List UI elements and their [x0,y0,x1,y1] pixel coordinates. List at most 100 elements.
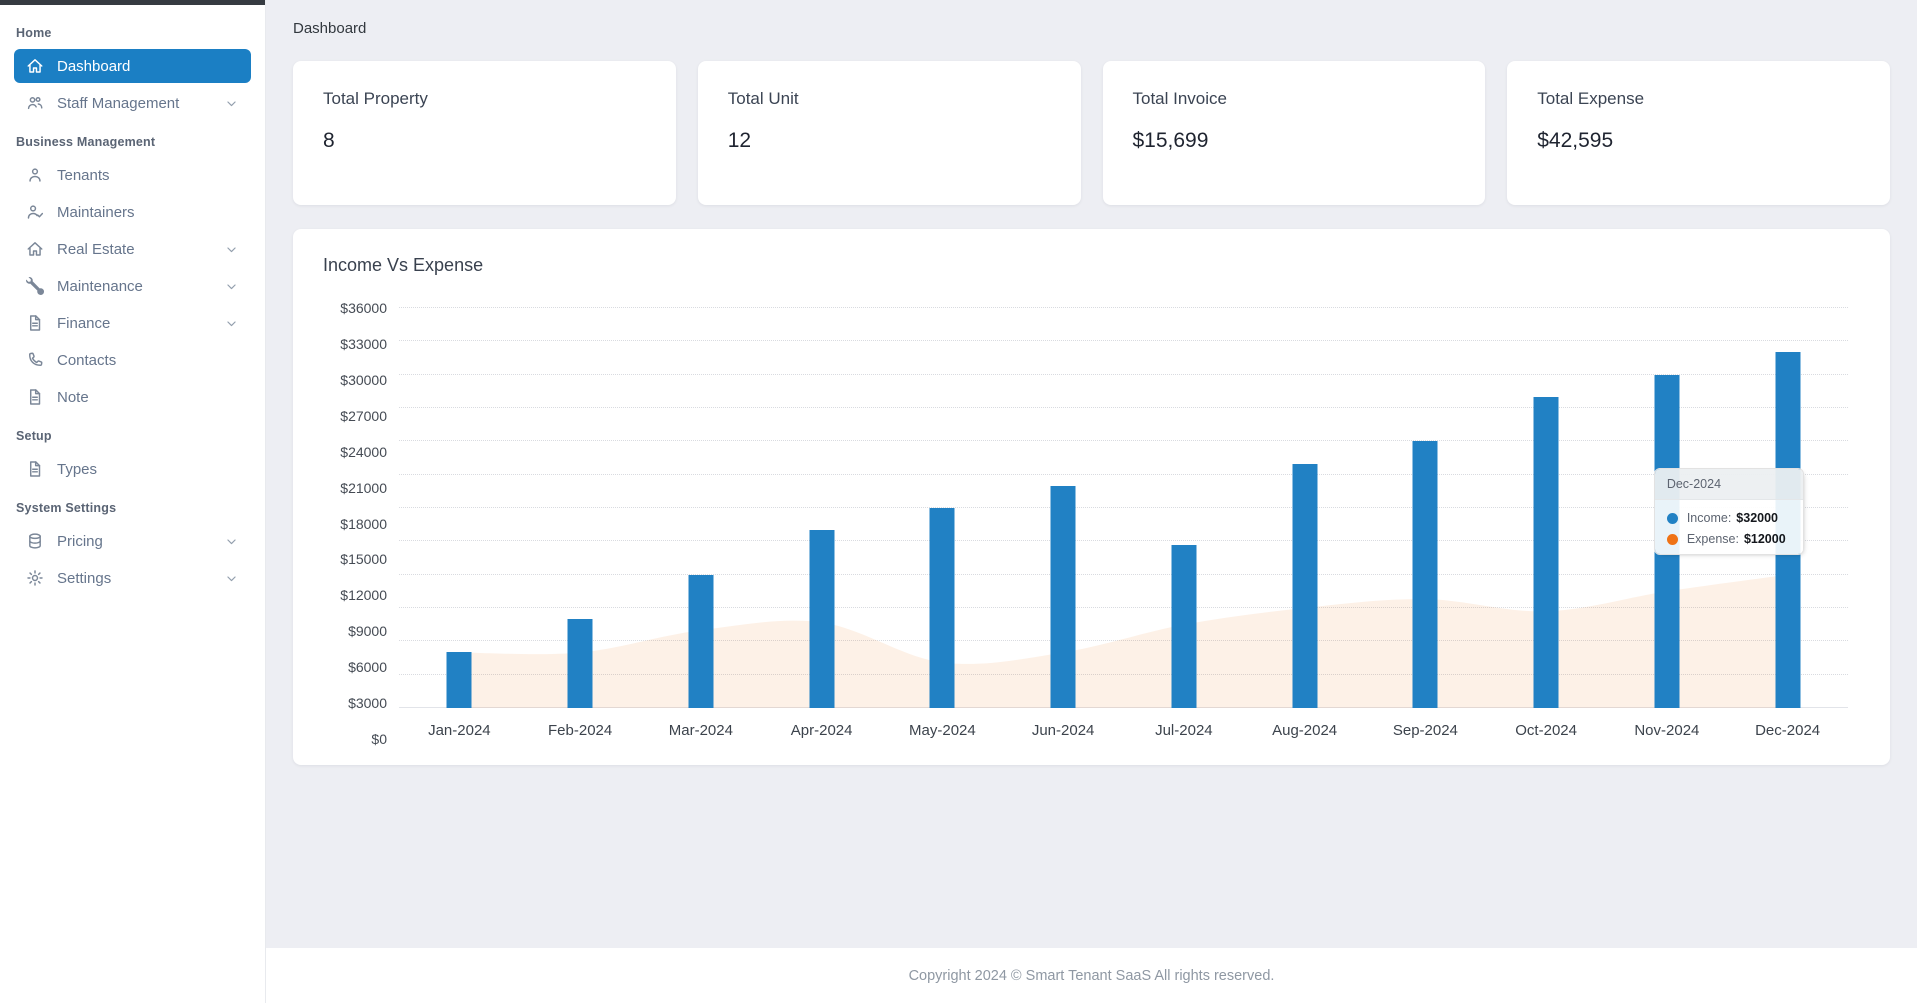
sidebar-item-label: Types [57,461,97,478]
tooltip-title: Dec-2024 [1655,469,1803,500]
home-icon [26,240,44,258]
sidebar-section-label: Setup [0,417,265,449]
person-icon [26,166,44,184]
x-axis-tick-label: Aug-2024 [1244,722,1365,739]
file-icon [26,388,44,406]
x-axis-tick-label: Nov-2024 [1607,722,1728,739]
y-axis-tick-label: $18000 [340,516,387,532]
stat-card-title: Total Unit [728,89,1051,109]
sidebar-item-label: Tenants [57,167,110,184]
people-icon [26,94,44,112]
y-axis-tick-label: $0 [371,731,387,747]
sidebar-section-label: Business Management [0,123,265,155]
chart-slot-sep-2024 [1365,308,1486,708]
income-bar-oct-2024[interactable] [1534,397,1559,708]
sidebar-section-label: System Settings [0,489,265,521]
x-axis-tick-label: Apr-2024 [761,722,882,739]
sidebar-item-label: Pricing [57,533,103,550]
chart-plot-wrap: $0$3000$6000$9000$12000$15000$18000$2100… [323,308,1848,739]
tooltip-row-expense: Expense:$12000 [1655,525,1803,546]
income-bar-jan-2024[interactable] [447,652,472,708]
stat-card-value: $15,699 [1133,129,1456,153]
y-axis-tick-label: $21000 [340,480,387,496]
income-bar-jun-2024[interactable] [1051,486,1076,708]
x-axis-tick-label: Jul-2024 [1124,722,1245,739]
footer: Copyright 2024 © Smart Tenant SaaS All r… [266,948,1917,1003]
x-axis-tick-label: Mar-2024 [641,722,762,739]
sidebar-item-real-estate[interactable]: Real Estate [14,232,251,266]
y-axis-tick-label: $3000 [348,695,387,711]
chart-slot-feb-2024 [520,308,641,708]
income-bar-sep-2024[interactable] [1413,441,1438,708]
chevron-down-icon [224,571,239,586]
income-expense-chart-card: Income Vs Expense $0$3000$6000$9000$1200… [293,229,1890,765]
main-area: Dashboard Total Property8Total Unit12Tot… [266,0,1917,1003]
chart-slot-jan-2024 [399,308,520,708]
sidebar-item-maintainers[interactable]: Maintainers [14,195,251,229]
income-bar-may-2024[interactable] [930,508,955,708]
sidebar-item-pricing[interactable]: Pricing [14,524,251,558]
chart-slot-oct-2024 [1486,308,1607,708]
bar-series [399,308,1848,708]
y-axis-tick-label: $27000 [340,408,387,424]
x-axis-tick-label: Jun-2024 [1003,722,1124,739]
tooltip-row-income: Income:$32000 [1655,504,1803,525]
y-axis-tick-label: $36000 [340,300,387,316]
income-bar-jul-2024[interactable] [1171,545,1196,708]
x-axis-tick-label: Oct-2024 [1486,722,1607,739]
x-axis-tick-label: Sep-2024 [1365,722,1486,739]
chevron-down-icon [224,316,239,331]
chart-slot-mar-2024 [641,308,762,708]
y-axis-tick-label: $24000 [340,444,387,460]
stat-card-value: 12 [728,129,1051,153]
stat-cards-row: Total Property 8 Total Unit 12 Total Invoice… [293,61,1890,205]
sidebar-item-maintenance[interactable]: Maintenance [14,269,251,303]
sidebar-item-settings[interactable]: Settings [14,561,251,595]
x-axis-tick-label: Jan-2024 [399,722,520,739]
sidebar-item-note[interactable]: Note [14,380,251,414]
stat-card-value: 8 [323,129,646,153]
sidebar-item-tenants[interactable]: Tenants [14,158,251,192]
income-bar-apr-2024[interactable] [809,530,834,708]
sidebar-item-types[interactable]: Types [14,452,251,486]
stat-card-total-property: Total Property 8 [293,61,676,205]
stat-card-title: Total Property [323,89,646,109]
sidebar-item-finance[interactable]: Finance [14,306,251,340]
stat-card-title: Total Invoice [1133,89,1456,109]
income-bar-aug-2024[interactable] [1292,464,1317,708]
income-bar-mar-2024[interactable] [688,575,713,708]
income-bar-feb-2024[interactable] [568,619,593,708]
sidebar-item-label: Finance [57,315,110,332]
y-axis-tick-label: $33000 [340,336,387,352]
tooltip-series-label: Expense: [1687,532,1739,546]
chart-slot-jul-2024 [1124,308,1245,708]
y-axis-labels: $0$3000$6000$9000$12000$15000$18000$2100… [323,308,399,739]
chevron-down-icon [224,242,239,257]
y-axis-tick-label: $6000 [348,659,387,675]
sidebar-item-label: Contacts [57,352,116,369]
x-axis-labels: Jan-2024Feb-2024Mar-2024Apr-2024May-2024… [399,722,1848,739]
sidebar-item-staff-management[interactable]: Staff Management [14,86,251,120]
sidebar-item-contacts[interactable]: Contacts [14,343,251,377]
chevron-down-icon [224,96,239,111]
sidebar-item-label: Settings [57,570,111,587]
sidebar-item-label: Staff Management [57,95,179,112]
sidebar-item-dashboard[interactable]: Dashboard [14,49,251,83]
chart-title: Income Vs Expense [323,255,1848,276]
sidebar-item-label: Dashboard [57,58,130,75]
stat-card-total-unit: Total Unit 12 [698,61,1081,205]
x-axis-tick-label: Feb-2024 [520,722,641,739]
sidebar: HomeDashboardStaff ManagementBusiness Ma… [0,0,266,1003]
main-content: Dashboard Total Property8Total Unit12Tot… [266,0,1917,948]
chart-tooltip: Dec-2024Income:$32000Expense:$12000 [1654,468,1804,555]
breadcrumb: Dashboard [293,20,1890,37]
stat-card-total-invoice: Total Invoice $15,699 [1103,61,1486,205]
x-axis-tick-label: Dec-2024 [1727,722,1848,739]
tooltip-body: Income:$32000Expense:$12000 [1655,500,1803,554]
chart-plot-area: Dec-2024Income:$32000Expense:$12000 [399,308,1848,708]
y-axis-tick-label: $30000 [340,372,387,388]
chevron-down-icon [224,279,239,294]
sidebar-item-label: Maintenance [57,278,143,295]
footer-copyright: Copyright 2024 © Smart Tenant SaaS All r… [909,968,1275,984]
database-icon [26,532,44,550]
